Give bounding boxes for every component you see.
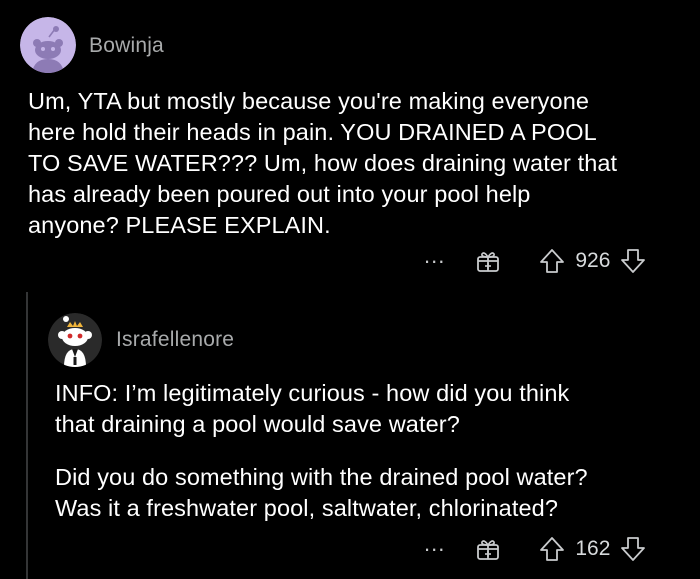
comment-author[interactable]: Bowinja (89, 34, 164, 58)
avatar[interactable] (48, 313, 102, 367)
comment-thread: Bowinja Um, YTA but mostly because you'r… (0, 0, 700, 579)
more-options-button[interactable]: ... (424, 245, 445, 267)
comment-body: Um, YTA but mostly because you're making… (28, 88, 618, 238)
comment-body-paragraph-1: INFO: I’m legitimately curious - how did… (55, 380, 570, 437)
upvote-icon[interactable] (539, 248, 565, 274)
downvote-icon[interactable] (620, 536, 646, 562)
vote-score: 926 (575, 249, 611, 272)
downvote-icon[interactable] (620, 248, 646, 274)
upvote-icon[interactable] (539, 536, 565, 562)
comment-author[interactable]: Israfellenore (116, 328, 234, 352)
thread-collapse-line[interactable] (26, 292, 28, 579)
comment-actions: ... 926 (424, 245, 646, 274)
avatar[interactable] (20, 17, 76, 73)
more-options-button[interactable]: ... (424, 533, 445, 555)
snoo-avatar-purple-icon (20, 17, 76, 73)
snoo-avatar-crown-icon (48, 313, 102, 367)
vote-score: 162 (575, 537, 611, 560)
award-gift-icon[interactable] (475, 536, 501, 562)
comment-body-paragraph-2: Did you do something with the drained po… (55, 464, 588, 521)
comment-actions: ... 162 (424, 533, 646, 562)
award-gift-icon[interactable] (475, 248, 501, 274)
